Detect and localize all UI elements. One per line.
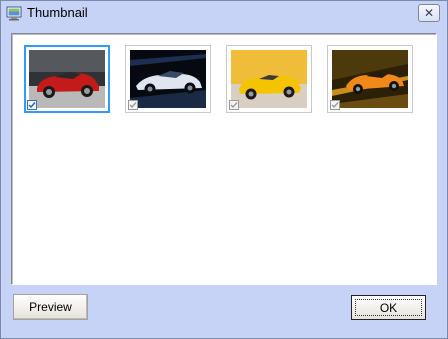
thumbnail-checkbox[interactable]: [330, 100, 340, 110]
thumbnail-checkbox[interactable]: [27, 100, 37, 110]
check-icon: [331, 102, 339, 109]
thumbnail-yellow-car[interactable]: [226, 45, 312, 113]
preview-button-label: Preview: [29, 300, 72, 314]
thumbnail-red-car[interactable]: [24, 45, 110, 113]
thumbnail-window: Thumbnail ✕ Preview OK: [0, 0, 448, 339]
ok-button[interactable]: OK: [351, 295, 426, 320]
red-car-image: [29, 50, 105, 108]
thumbnail-checkbox[interactable]: [229, 100, 239, 110]
orange-car-image: [332, 50, 408, 108]
window-title: Thumbnail: [27, 5, 88, 20]
check-icon: [230, 102, 238, 109]
thumbnail-orange-car[interactable]: [327, 45, 413, 113]
check-icon: [28, 102, 36, 109]
close-button[interactable]: ✕: [418, 4, 440, 22]
thumbnail-list[interactable]: [11, 33, 437, 285]
title-bar[interactable]: Thumbnail ✕: [1, 1, 447, 25]
silver-car-image: [130, 50, 206, 108]
yellow-car-image: [231, 50, 307, 108]
thumbnail-checkbox[interactable]: [128, 100, 138, 110]
close-icon: ✕: [423, 6, 435, 20]
check-icon: [129, 102, 137, 109]
ok-button-label: OK: [379, 300, 398, 315]
thumbnail-silver-car[interactable]: [125, 45, 211, 113]
thumbnail-app-icon: [6, 6, 22, 21]
preview-button[interactable]: Preview: [13, 294, 88, 320]
